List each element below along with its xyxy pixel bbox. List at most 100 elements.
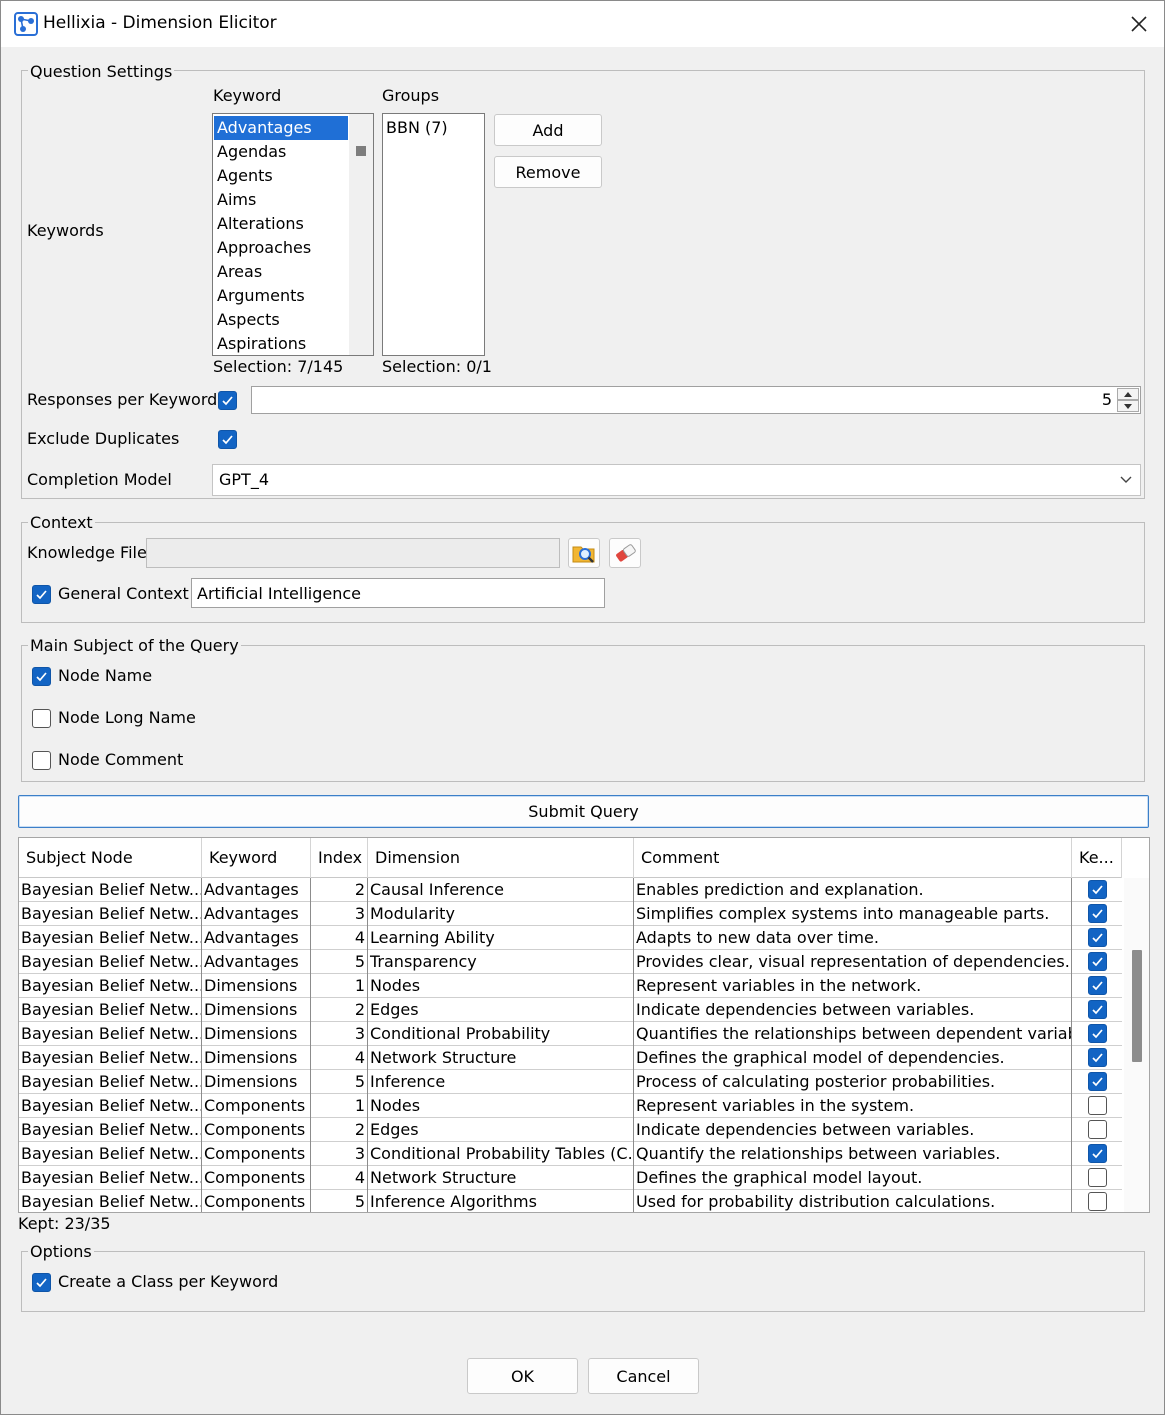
kept-checkbox[interactable] (1088, 952, 1107, 971)
cell-comment[interactable]: Enables prediction and explanation. (634, 878, 1072, 902)
kept-checkbox[interactable] (1088, 1168, 1107, 1187)
remove-button[interactable]: Remove (494, 156, 602, 188)
cell-dimension[interactable]: Nodes (368, 1094, 634, 1118)
cell-subject[interactable]: Bayesian Belief Netw... (19, 1022, 202, 1046)
cell-dimension[interactable]: Nodes (368, 974, 634, 998)
groups-listbox[interactable]: BBN (7) (382, 113, 485, 356)
keyword-list-item[interactable]: Agendas (214, 140, 348, 164)
cell-dimension[interactable]: Network Structure (368, 1166, 634, 1190)
cell-index[interactable]: 2 (311, 1118, 368, 1142)
cell-comment[interactable]: Represent variables in the system. (634, 1094, 1072, 1118)
cell-keyword[interactable]: Advantages (202, 926, 311, 950)
cell-index[interactable]: 2 (311, 878, 368, 902)
cell-subject[interactable]: Bayesian Belief Netw... (19, 1046, 202, 1070)
cell-keyword[interactable]: Components (202, 1166, 311, 1190)
cell-comment[interactable]: Used for probability distribution calcul… (634, 1190, 1072, 1212)
keyword-list-item[interactable]: Areas (214, 260, 348, 284)
table-row[interactable]: Bayesian Belief Netw... Advantages 4 Learni… (19, 926, 1122, 950)
cell-comment[interactable]: Process of calculating posterior probabi… (634, 1070, 1072, 1094)
cell-index[interactable]: 5 (311, 1190, 368, 1212)
cell-keyword[interactable]: Dimensions (202, 998, 311, 1022)
cell-dimension[interactable]: Conditional Probability Tables (C... (368, 1142, 634, 1166)
cell-keyword[interactable]: Dimensions (202, 974, 311, 998)
cell-keyword[interactable]: Advantages (202, 902, 311, 926)
cell-comment[interactable]: Indicate dependencies between variables. (634, 1118, 1072, 1142)
keyword-listbox[interactable]: Advantages Agendas Agents Aims Alterations Ap… (212, 113, 374, 356)
cell-index[interactable]: 4 (311, 926, 368, 950)
node-long-name-checkbox[interactable] (32, 709, 51, 728)
cell-dimension[interactable]: Conditional Probability (368, 1022, 634, 1046)
cell-index[interactable]: 5 (311, 1070, 368, 1094)
table-row[interactable]: Bayesian Belief Netw... Dimensions 4 Networ… (19, 1046, 1122, 1070)
cell-subject[interactable]: Bayesian Belief Netw... (19, 1094, 202, 1118)
column-header-comment[interactable]: Comment (634, 838, 1072, 878)
cell-dimension[interactable]: Inference (368, 1070, 634, 1094)
table-row[interactable]: Bayesian Belief Netw... Components 4 Networ… (19, 1166, 1122, 1190)
table-row[interactable]: Bayesian Belief Netw... Advantages 2 Causal… (19, 878, 1122, 902)
cell-subject[interactable]: Bayesian Belief Netw... (19, 1118, 202, 1142)
cell-subject[interactable]: Bayesian Belief Netw... (19, 974, 202, 998)
kept-checkbox[interactable] (1088, 928, 1107, 947)
cell-index[interactable]: 3 (311, 1022, 368, 1046)
table-scroll-thumb[interactable] (1132, 950, 1142, 1062)
table-row[interactable]: Bayesian Belief Netw... Dimensions 1 Nodes R… (19, 974, 1122, 998)
column-header-subject-node[interactable]: Subject Node (19, 838, 202, 878)
general-context-checkbox[interactable] (32, 585, 51, 604)
kept-checkbox[interactable] (1088, 1192, 1107, 1211)
responses-spinner[interactable]: 5 (251, 386, 1141, 414)
column-header-keyword[interactable]: Keyword (202, 838, 311, 878)
kept-checkbox[interactable] (1088, 1144, 1107, 1163)
class-per-keyword-checkbox[interactable] (32, 1273, 51, 1292)
keyword-list-item[interactable]: Alterations (214, 212, 348, 236)
spinner-up-button[interactable] (1117, 388, 1139, 400)
kept-checkbox[interactable] (1088, 880, 1107, 899)
general-context-input[interactable]: Artificial Intelligence (191, 578, 605, 608)
cell-comment[interactable]: Represent variables in the network. (634, 974, 1072, 998)
cell-dimension[interactable]: Modularity (368, 902, 634, 926)
cell-comment[interactable]: Quantifies the relationships between dep… (634, 1022, 1072, 1046)
table-row[interactable]: Bayesian Belief Netw... Advantages 3 Modula… (19, 902, 1122, 926)
cell-subject[interactable]: Bayesian Belief Netw... (19, 1190, 202, 1212)
keyword-list-item[interactable]: Approaches (214, 236, 348, 260)
cell-dimension[interactable]: Edges (368, 1118, 634, 1142)
kept-checkbox[interactable] (1088, 1072, 1107, 1091)
keyword-list-item[interactable]: Advantages (214, 116, 348, 140)
column-header-dimension[interactable]: Dimension (368, 838, 634, 878)
cell-dimension[interactable]: Network Structure (368, 1046, 634, 1070)
cell-keyword[interactable]: Dimensions (202, 1046, 311, 1070)
cell-comment[interactable]: Quantify the relationships between varia… (634, 1142, 1072, 1166)
cell-keyword[interactable]: Components (202, 1190, 311, 1212)
cell-keyword[interactable]: Components (202, 1142, 311, 1166)
cell-subject[interactable]: Bayesian Belief Netw... (19, 998, 202, 1022)
responses-per-keyword-checkbox[interactable] (218, 391, 237, 410)
cell-comment[interactable]: Indicate dependencies between variables. (634, 998, 1072, 1022)
cell-keyword[interactable]: Components (202, 1118, 311, 1142)
cell-index[interactable]: 3 (311, 1142, 368, 1166)
cell-comment[interactable]: Defines the graphical model layout. (634, 1166, 1072, 1190)
cell-subject[interactable]: Bayesian Belief Netw... (19, 1142, 202, 1166)
kept-checkbox[interactable] (1088, 1048, 1107, 1067)
kept-checkbox[interactable] (1088, 1000, 1107, 1019)
ok-button[interactable]: OK (467, 1358, 578, 1394)
keyword-list-item[interactable]: Aims (214, 188, 348, 212)
table-row[interactable]: Bayesian Belief Netw... Dimensions 3 Condit… (19, 1022, 1122, 1046)
completion-model-select[interactable]: GPT_4 (212, 464, 1141, 496)
node-name-checkbox[interactable] (32, 667, 51, 686)
cancel-button[interactable]: Cancel (588, 1358, 699, 1394)
cell-index[interactable]: 2 (311, 998, 368, 1022)
keyword-list-item[interactable]: Arguments (214, 284, 348, 308)
knowledge-file-field[interactable] (146, 538, 560, 568)
cell-dimension[interactable]: Inference Algorithms (368, 1190, 634, 1212)
cell-subject[interactable]: Bayesian Belief Netw... (19, 902, 202, 926)
cell-index[interactable]: 5 (311, 950, 368, 974)
table-row[interactable]: Bayesian Belief Netw... Components 1 Nodes R… (19, 1094, 1122, 1118)
cell-keyword[interactable]: Advantages (202, 950, 311, 974)
kept-checkbox[interactable] (1088, 904, 1107, 923)
cell-dimension[interactable]: Edges (368, 998, 634, 1022)
keyword-list-item[interactable]: Aspirations (214, 332, 348, 355)
cell-subject[interactable]: Bayesian Belief Netw... (19, 878, 202, 902)
table-row[interactable]: Bayesian Belief Netw... Dimensions 5 Infere… (19, 1070, 1122, 1094)
cell-dimension[interactable]: Transparency (368, 950, 634, 974)
cell-index[interactable]: 4 (311, 1046, 368, 1070)
cell-subject[interactable]: Bayesian Belief Netw... (19, 950, 202, 974)
